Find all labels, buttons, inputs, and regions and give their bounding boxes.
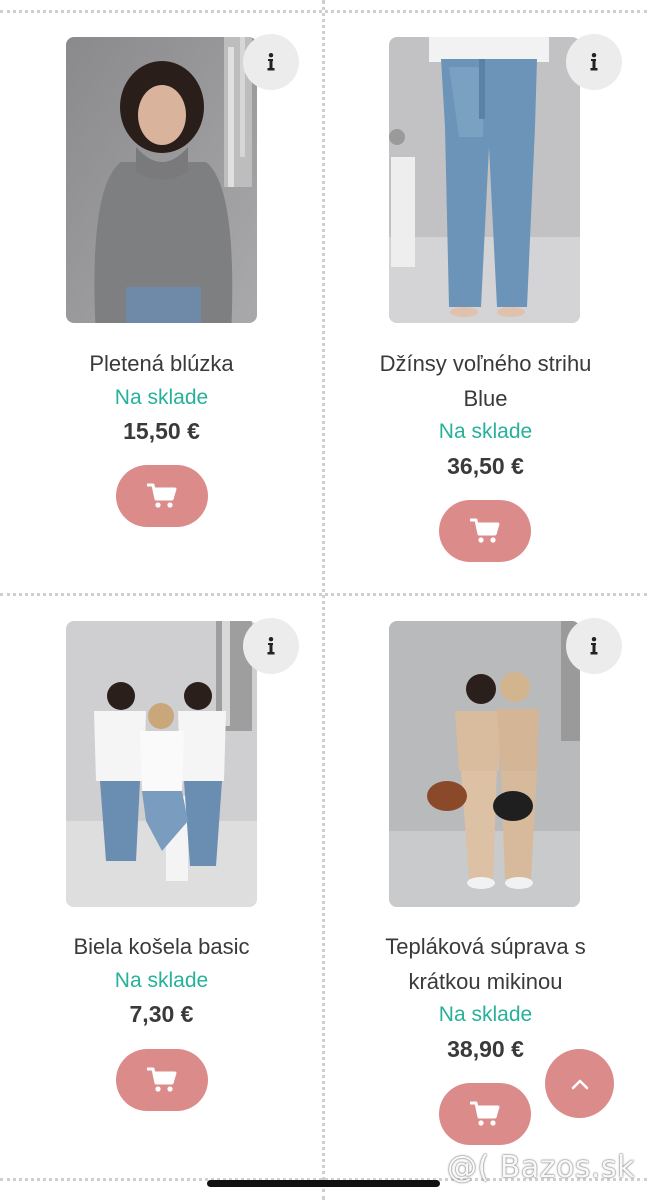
product-photo-sweater (66, 37, 257, 323)
product-image[interactable] (389, 621, 580, 907)
cart-icon (147, 1067, 177, 1092)
product-price: 15,50 € (123, 418, 200, 444)
stock-status: Na sklade (114, 969, 209, 992)
cart-icon (470, 518, 500, 543)
product-grid: Pletená blúzka Na sklade 15,50 € Džínsy … (0, 0, 647, 1200)
product-title[interactable]: Biela košela basic (0, 929, 323, 964)
product-photo-jeans (389, 37, 580, 323)
product-card[interactable]: Biela košela basic Na sklade 7,30 € (0, 596, 323, 1178)
chevron-up-icon (571, 1079, 588, 1089)
info-icon (590, 637, 598, 655)
info-icon (267, 53, 275, 71)
add-to-cart-button[interactable] (116, 465, 208, 527)
info-icon (590, 53, 598, 71)
product-photo-tracksuit (389, 621, 580, 907)
info-button[interactable] (566, 618, 622, 674)
product-title[interactable]: Džínsy voľného strihu (324, 346, 647, 381)
stock-status: Na sklade (438, 420, 533, 443)
scroll-to-top-button[interactable] (545, 1049, 614, 1118)
add-to-cart-button[interactable] (116, 1049, 208, 1111)
stock-status: Na sklade (438, 1003, 533, 1026)
add-to-cart-button[interactable] (439, 500, 531, 562)
product-title[interactable]: Pletená blúzka (0, 346, 323, 381)
product-image[interactable] (66, 621, 257, 907)
product-price: 7,30 € (129, 1001, 194, 1027)
add-to-cart-button[interactable] (439, 1083, 531, 1145)
cart-icon (470, 1101, 500, 1126)
info-button[interactable] (243, 618, 299, 674)
product-image[interactable] (389, 37, 580, 323)
product-photo-white-shirt (66, 621, 257, 907)
product-card[interactable]: Džínsy voľného strihu Blue Na sklade 36,… (324, 0, 647, 593)
product-card[interactable]: Pletená blúzka Na sklade 15,50 € (0, 0, 323, 593)
product-price: 36,50 € (447, 453, 524, 479)
product-title[interactable]: Tepláková súprava s (324, 929, 647, 964)
info-icon (267, 637, 275, 655)
info-button[interactable] (243, 34, 299, 90)
product-title-line2[interactable]: krátkou mikinou (324, 964, 647, 999)
info-button[interactable] (566, 34, 622, 90)
home-indicator[interactable] (207, 1180, 440, 1187)
cart-icon (147, 483, 177, 508)
watermark: @( Bazos.sk (447, 1150, 635, 1185)
product-image[interactable] (66, 37, 257, 323)
product-title-line2[interactable]: Blue (324, 381, 647, 416)
stock-status: Na sklade (114, 386, 209, 409)
